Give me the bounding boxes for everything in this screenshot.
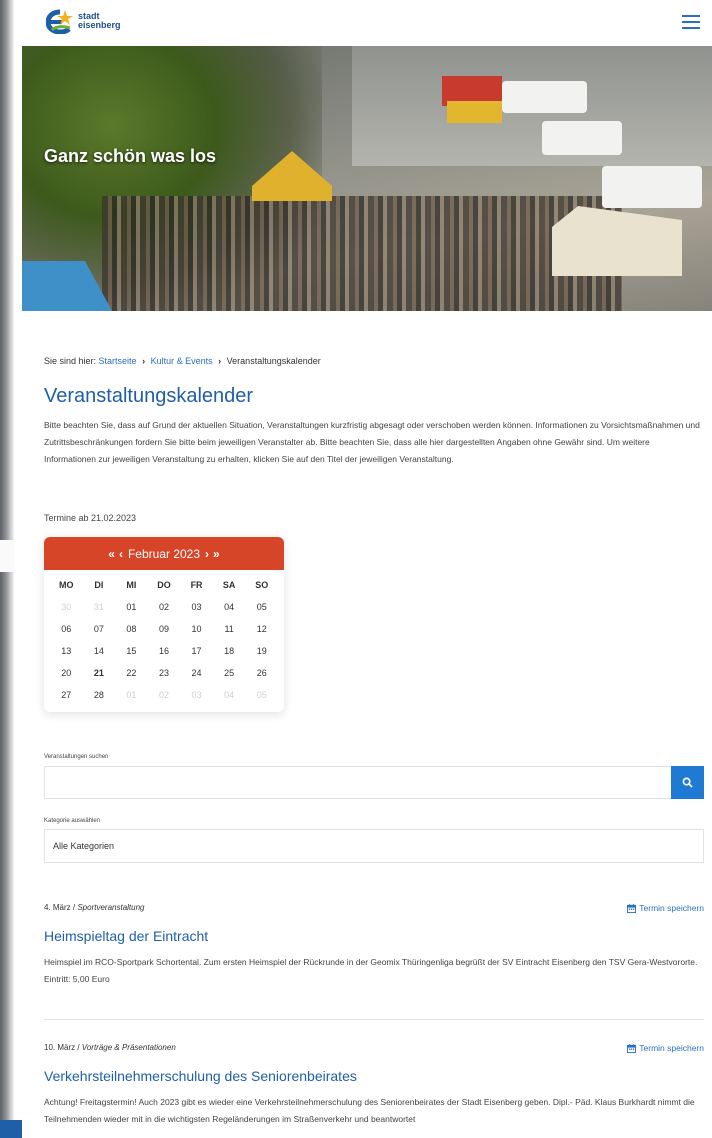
calendar-day[interactable]: 02 <box>148 684 181 706</box>
event-date: 10. März <box>44 1043 76 1052</box>
left-blue-tab[interactable] <box>0 1120 22 1138</box>
calendar-day[interactable]: 19 <box>245 640 278 662</box>
event-meta: 4. März / Sportveranstaltung <box>44 903 145 912</box>
calendar-day[interactable]: 14 <box>83 640 116 662</box>
event-date: 4. März <box>44 903 71 912</box>
termine-ab-label: Termine ab 21.02.2023 <box>44 513 137 523</box>
calendar-weekday: SA <box>222 580 236 590</box>
event-description: Achtung! Freitagstermin! Auch 2023 gibt … <box>44 1097 695 1124</box>
calendar-day[interactable]: 04 <box>213 596 246 618</box>
calendar-day[interactable]: 10 <box>180 618 213 640</box>
save-event-button[interactable]: Termin speichern <box>627 903 704 913</box>
calendar-day[interactable]: 31 <box>83 596 116 618</box>
event-title[interactable]: Heimspieltag der Eintracht <box>44 928 704 944</box>
event-meta: 10. März / Vorträge & Präsentationen <box>44 1043 176 1052</box>
calendar-weekday: MI <box>126 580 137 590</box>
event-description: Heimspiel im RCO-Sportpark Schortental. … <box>44 957 698 984</box>
breadcrumb-separator-icon: › <box>218 356 222 366</box>
calendar-day[interactable]: 09 <box>148 618 181 640</box>
prev-year-button[interactable]: « <box>108 547 115 561</box>
calendar-day[interactable]: 15 <box>115 640 148 662</box>
calendar-day[interactable]: 27 <box>50 684 83 706</box>
search-label: Veranstaltungen suchen <box>44 754 109 760</box>
calendar-icon <box>627 1043 637 1053</box>
event-category: Vorträge & Präsentationen <box>81 1043 176 1052</box>
calendar-day[interactable]: 04 <box>213 684 246 706</box>
calendar-weekday: SO <box>255 580 269 590</box>
calendar-day[interactable]: 06 <box>50 618 83 640</box>
event-item: 4. März / Sportveranstaltung Termin spei… <box>44 903 704 988</box>
search-button[interactable] <box>671 766 704 799</box>
left-shadow-gap <box>0 540 14 572</box>
calendar-day[interactable]: 24 <box>180 662 213 684</box>
site-logo[interactable]: stadt eisenberg <box>45 8 121 35</box>
calendar-day-today[interactable]: 21 <box>83 662 116 684</box>
calendar-day[interactable]: 16 <box>148 640 181 662</box>
calendar-day[interactable]: 22 <box>115 662 148 684</box>
calendar-icon <box>627 903 637 913</box>
category-select[interactable]: Alle Kategorien <box>44 829 704 863</box>
calendar-weekday: FR <box>190 580 203 590</box>
calendar-day[interactable]: 05 <box>245 684 278 706</box>
calendar-day[interactable]: 03 <box>180 596 213 618</box>
calendar-day[interactable]: 18 <box>213 640 246 662</box>
breadcrumb-current: Veranstaltungskalender <box>226 356 321 366</box>
calendar-day[interactable]: 05 <box>245 596 278 618</box>
site-header: stadt eisenberg <box>22 0 712 46</box>
page-title: Veranstaltungskalender <box>44 385 254 407</box>
hero-image: Ganz schön was los <box>22 46 712 311</box>
calendar-day[interactable]: 07 <box>83 618 116 640</box>
next-year-button[interactable]: » <box>213 547 220 561</box>
calendar-day[interactable]: 01 <box>115 596 148 618</box>
logo-text-line2: eisenberg <box>78 20 121 30</box>
calendar-day[interactable]: 01 <box>115 684 148 706</box>
event-calendar: « ‹ Februar 2023 › » MO DI MI DO FR SA SO 30 31 0… <box>44 537 284 712</box>
calendar-weekday: DI <box>94 580 104 590</box>
save-event-label: Termin speichern <box>639 903 704 913</box>
search-input[interactable] <box>45 767 703 798</box>
calendar-header: « ‹ Februar 2023 › » <box>44 537 284 570</box>
intro-text: Bitte beachten Sie, dass auf Grund der a… <box>44 420 700 464</box>
breadcrumb-separator-icon: › <box>142 356 146 366</box>
calendar-day[interactable]: 03 <box>180 684 213 706</box>
prev-month-button[interactable]: ‹ <box>119 547 123 561</box>
menu-hamburger-icon[interactable] <box>682 15 700 29</box>
category-label: Kategorie auswählen <box>44 818 101 824</box>
calendar-day[interactable]: 02 <box>148 596 181 618</box>
calendar-month-label: Februar 2023 <box>127 546 201 561</box>
calendar-day[interactable]: 20 <box>50 662 83 684</box>
search-icon <box>682 777 693 788</box>
calendar-grid: MO DI MI DO FR SA SO 30 31 01 02 03 04 05 06 07 08 09 10 11… <box>44 570 284 712</box>
event-category: Sportveranstaltung <box>77 903 145 912</box>
breadcrumb-prefix: Sie sind hier: <box>44 356 97 366</box>
calendar-day[interactable]: 28 <box>83 684 116 706</box>
calendar-day[interactable]: 23 <box>148 662 181 684</box>
search-field-wrapper <box>44 766 704 799</box>
event-title[interactable]: Verkehrsteilnehmerschulung des Seniorenb… <box>44 1068 704 1084</box>
calendar-day[interactable]: 26 <box>245 662 278 684</box>
calendar-day[interactable]: 11 <box>213 618 246 640</box>
hero-title: Ganz schön was los <box>44 146 217 166</box>
save-event-button[interactable]: Termin speichern <box>627 1043 704 1053</box>
breadcrumb-link-startseite[interactable]: Startseite <box>99 356 137 366</box>
calendar-weekday: DO <box>157 580 171 590</box>
calendar-day[interactable]: 17 <box>180 640 213 662</box>
calendar-day[interactable]: 25 <box>213 662 246 684</box>
next-month-button[interactable]: › <box>205 547 209 561</box>
save-event-label: Termin speichern <box>639 1043 704 1053</box>
event-item: 10. März / Vorträge & Präsentationen Ter… <box>44 1043 704 1128</box>
logo-mark-icon <box>45 8 76 35</box>
calendar-weekday: MO <box>59 580 74 590</box>
breadcrumb-link-kultur-events[interactable]: Kultur & Events <box>151 356 213 366</box>
calendar-day[interactable]: 12 <box>245 618 278 640</box>
event-divider <box>44 1019 704 1020</box>
calendar-day[interactable]: 30 <box>50 596 83 618</box>
calendar-day[interactable]: 13 <box>50 640 83 662</box>
breadcrumb: Sie sind hier: Startseite › Kultur & Eve… <box>44 356 321 366</box>
calendar-day[interactable]: 08 <box>115 618 148 640</box>
